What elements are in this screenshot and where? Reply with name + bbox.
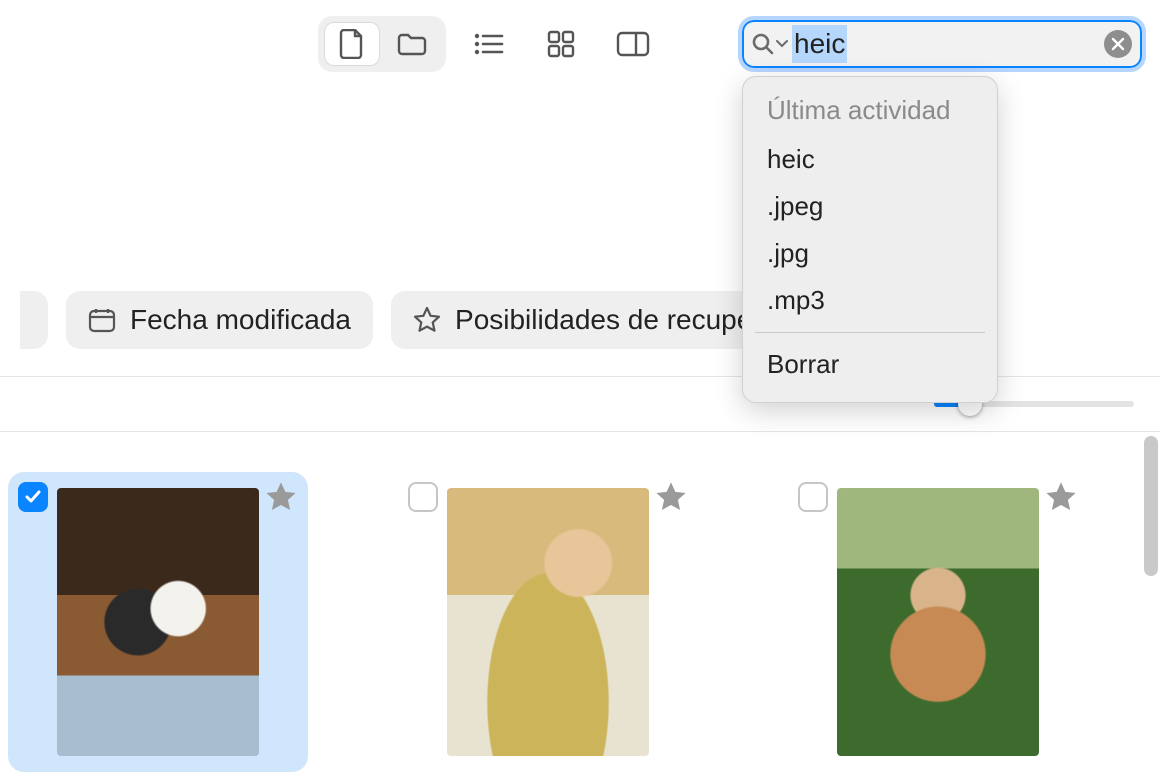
view-mode-group [318, 16, 446, 72]
dropdown-header: Última actividad [743, 91, 997, 136]
thumbnail-card[interactable] [8, 472, 308, 772]
calendar-icon [88, 307, 116, 333]
grid-icon [547, 30, 575, 58]
thumbnail-card[interactable] [398, 472, 698, 772]
thumbnail-card[interactable] [788, 472, 1088, 772]
favorite-button[interactable] [1044, 480, 1078, 514]
close-icon [1111, 37, 1125, 51]
clear-history-item[interactable]: Borrar [743, 341, 997, 388]
star-icon [654, 480, 688, 514]
star-icon [1044, 480, 1078, 514]
suggestion-item[interactable]: .jpg [743, 230, 997, 277]
toolbar: heic Última actividad heic .jpeg .jpg .m… [0, 0, 1160, 88]
filter-label: Fecha modificada [130, 304, 351, 336]
view-folder-button[interactable] [384, 22, 440, 66]
suggestion-item[interactable]: .mp3 [743, 277, 997, 324]
clear-search-button[interactable] [1104, 30, 1132, 58]
document-icon [339, 29, 365, 59]
filter-date-modified[interactable]: Fecha modificada [66, 291, 373, 349]
search-value: heic [792, 25, 847, 63]
vertical-scrollbar[interactable] [1144, 436, 1158, 576]
select-checkbox[interactable] [798, 482, 828, 512]
dropdown-separator [755, 332, 985, 333]
view-document-button[interactable] [324, 22, 380, 66]
sidebar-icon [616, 31, 650, 57]
suggestion-item[interactable]: heic [743, 136, 997, 183]
suggestion-item[interactable]: .jpeg [743, 183, 997, 230]
list-icon [474, 32, 504, 56]
folder-icon [397, 31, 427, 57]
favorite-button[interactable] [654, 480, 688, 514]
select-checkbox[interactable] [408, 482, 438, 512]
select-checkbox[interactable] [18, 482, 48, 512]
thumbnail-image [57, 488, 259, 756]
filter-chip-truncated[interactable] [20, 291, 48, 349]
chevron-down-icon [776, 39, 788, 49]
view-grid-button[interactable] [532, 18, 590, 70]
star-outline-icon [413, 306, 441, 334]
view-list-button[interactable] [460, 18, 518, 70]
search-scope-button[interactable] [752, 33, 788, 55]
search-icon [752, 33, 774, 55]
search-suggestions-dropdown: Última actividad heic .jpeg .jpg .mp3 Bo… [742, 76, 998, 403]
toggle-sidebar-button[interactable] [604, 18, 662, 70]
search-container: heic Última actividad heic .jpeg .jpg .m… [738, 16, 1146, 72]
favorite-button[interactable] [264, 480, 298, 514]
thumbnail-image [837, 488, 1039, 756]
search-input[interactable]: heic [738, 16, 1146, 72]
thumbnail-image [447, 488, 649, 756]
thumbnail-gallery [0, 432, 1160, 772]
star-icon [264, 480, 298, 514]
